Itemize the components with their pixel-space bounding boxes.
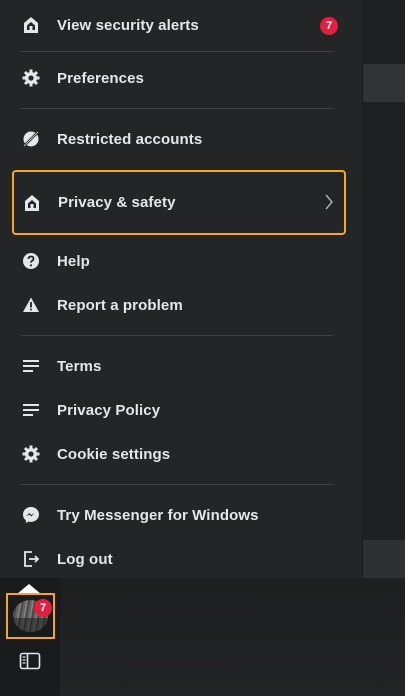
menu-item-terms[interactable]: Terms <box>12 344 346 388</box>
menu-item-label: Report a problem <box>57 296 183 314</box>
background-chat-row <box>362 64 405 102</box>
menu-item-label: Cookie settings <box>57 445 171 463</box>
menu-item-label: Help <box>57 252 90 270</box>
notification-badge: 7 <box>34 599 52 617</box>
menu-item-label: Privacy Policy <box>57 401 161 419</box>
menu-item-label: Privacy & safety <box>58 194 176 211</box>
lines-icon <box>20 399 42 421</box>
restricted-icon <box>20 128 42 150</box>
menu-item-privacy-policy[interactable]: Privacy Policy <box>12 388 346 432</box>
menu-item-label: View security alerts <box>57 16 199 34</box>
chevron-right-icon <box>324 193 334 216</box>
menu-item-help[interactable]: Help <box>12 239 346 283</box>
menu-item-try-messenger-for-windows[interactable]: Try Messenger for Windows <box>12 493 346 537</box>
menu-item-label: Terms <box>57 357 102 375</box>
menu-item-log-out[interactable]: Log out <box>12 537 346 581</box>
divider <box>21 108 333 109</box>
menu-item-privacy-safety[interactable]: Privacy & safety <box>12 170 346 235</box>
menu-item-restricted-accounts[interactable]: Restricted accounts <box>12 117 346 161</box>
divider <box>21 484 333 485</box>
background-footer <box>0 578 405 696</box>
menu-item-view-security-alerts[interactable]: View security alerts 7 <box>12 3 346 47</box>
warning-triangle-icon <box>20 294 42 316</box>
menu-item-label: Try Messenger for Windows <box>57 506 259 524</box>
question-circle-icon <box>20 250 42 272</box>
menu-item-cookie-settings[interactable]: Cookie settings <box>12 432 346 476</box>
messenger-icon <box>20 504 42 526</box>
settings-menu: View security alerts 7 Preferences Restr… <box>0 0 363 578</box>
gear-icon <box>20 67 42 89</box>
menu-item-label: Restricted accounts <box>57 130 203 148</box>
gear-icon <box>20 443 42 465</box>
account-button[interactable]: 7 <box>6 593 55 639</box>
menu-item-label: Log out <box>57 550 113 568</box>
sidebar-toggle-icon[interactable] <box>19 652 41 675</box>
menu-item-report-a-problem[interactable]: Report a problem <box>12 283 346 327</box>
shield-home-icon <box>20 14 42 36</box>
shield-home-icon <box>21 192 43 214</box>
divider <box>21 51 333 52</box>
menu-item-label: Preferences <box>57 69 144 87</box>
notification-badge: 7 <box>320 17 338 35</box>
menu-item-preferences[interactable]: Preferences <box>12 56 346 100</box>
divider <box>21 335 333 336</box>
logout-icon <box>20 548 42 570</box>
lines-icon <box>20 355 42 377</box>
